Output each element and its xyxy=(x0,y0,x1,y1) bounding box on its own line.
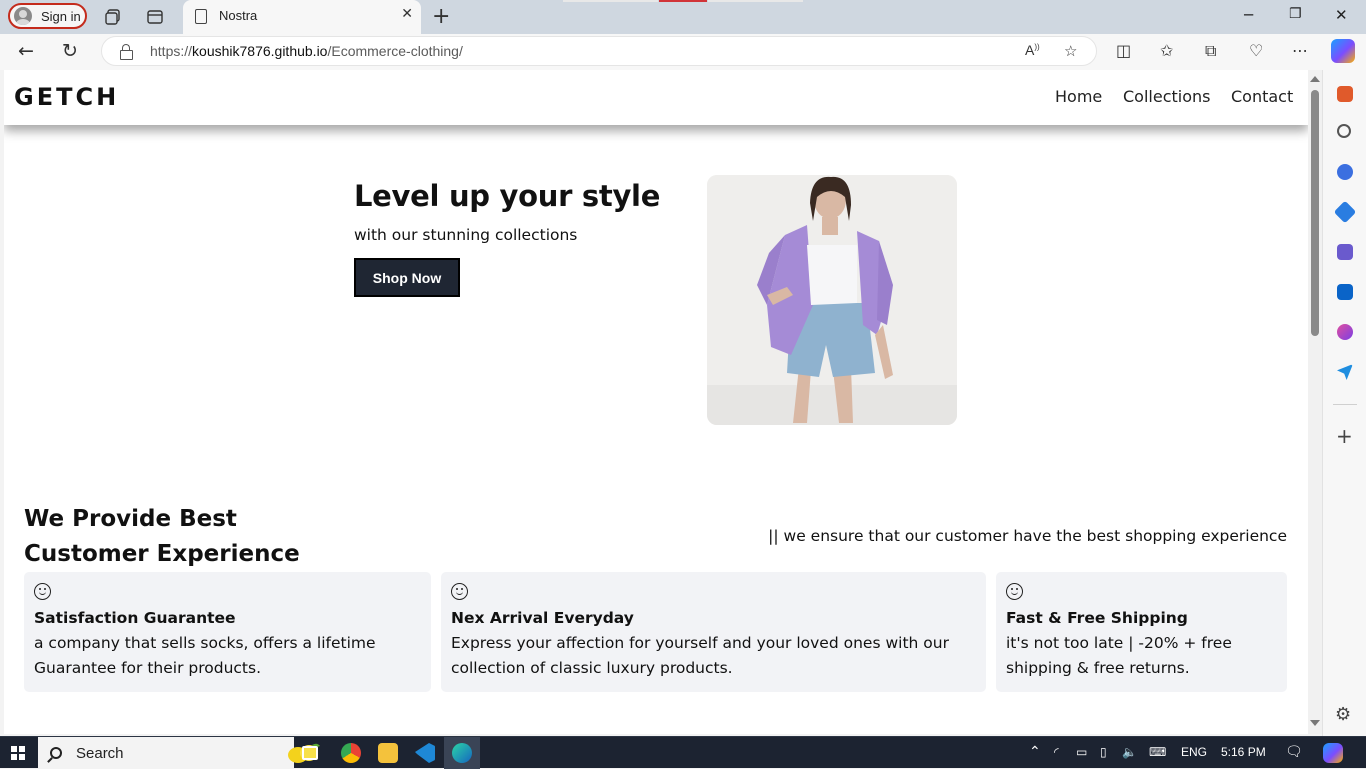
smile-icon xyxy=(451,583,468,600)
copilot-sidebar-icon[interactable] xyxy=(1337,164,1353,180)
edge-icon[interactable] xyxy=(452,743,472,763)
designer-icon[interactable] xyxy=(1337,324,1353,340)
show-hidden-icons-icon[interactable]: ⌃ xyxy=(1029,743,1041,760)
edge-sidebar: + ⚙ xyxy=(1322,70,1366,736)
tab-preview-bar xyxy=(708,0,803,2)
scrollbar-thumb[interactable] xyxy=(1311,90,1319,336)
scroll-up-icon[interactable] xyxy=(1310,76,1320,82)
feature-card-text: it's not too late | -20% + free shipping… xyxy=(1006,634,1232,677)
shop-now-button[interactable]: Shop Now xyxy=(354,258,460,297)
browser-essentials-icon[interactable]: ♡ xyxy=(1249,41,1263,60)
add-icon[interactable]: + xyxy=(1336,424,1353,448)
smile-icon xyxy=(34,583,51,600)
sign-in-label: Sign in xyxy=(41,8,81,24)
back-arrow-icon[interactable]: ← xyxy=(18,40,34,62)
feature-card-text: a company that sells socks, offers a lif… xyxy=(34,634,376,677)
search-icon xyxy=(50,747,62,759)
close-window-icon[interactable]: ✕ xyxy=(1335,6,1348,24)
settings-gear-icon[interactable]: ⚙ xyxy=(1335,704,1351,725)
sidebar-divider xyxy=(1333,404,1357,405)
volume-icon[interactable]: 🔈 xyxy=(1122,745,1137,759)
url-prefix: https:// xyxy=(150,43,193,59)
clock-time[interactable]: 5:16 PM xyxy=(1221,745,1266,759)
url-path: /Ecommerce-clothing/ xyxy=(327,43,463,59)
feature-card: Satisfaction Guarantee a company that se… xyxy=(24,572,431,692)
feature-card-text: Express your affection for yourself and … xyxy=(451,634,949,677)
url-text[interactable]: https://koushik7876.github.io/Ecommerce-… xyxy=(150,43,463,59)
workspaces-icon[interactable] xyxy=(101,5,125,29)
read-aloud-icon[interactable]: A)) xyxy=(1025,42,1040,58)
keyboard-icon[interactable]: ⌨ xyxy=(1149,745,1166,759)
favorites-icon[interactable]: ✩ xyxy=(1160,41,1173,60)
close-tab-icon[interactable]: ✕ xyxy=(401,6,413,22)
task-view-icon[interactable] xyxy=(302,746,318,760)
restore-icon[interactable]: ❐ xyxy=(1289,6,1302,22)
vscode-icon[interactable] xyxy=(415,743,435,763)
hero-subtitle: with our stunning collections xyxy=(354,226,578,244)
network-icon[interactable]: ◜ xyxy=(1054,745,1059,759)
browser-tab-active[interactable]: Nostra ✕ xyxy=(183,0,421,34)
tab-title: Nostra xyxy=(219,8,258,23)
notifications-icon[interactable]: 🗨 xyxy=(1285,743,1303,760)
chrome-icon[interactable] xyxy=(341,743,361,763)
feature-card-title: Fast & Free Shipping xyxy=(1006,609,1188,627)
features-title: We Provide Best Customer Experience xyxy=(24,506,300,567)
new-tab-icon[interactable]: + xyxy=(432,4,450,29)
taskbar-search-label: Search xyxy=(76,744,124,762)
refresh-icon[interactable]: ↻ xyxy=(62,40,78,62)
hero-title: Level up your style xyxy=(354,179,661,213)
outlook-icon[interactable] xyxy=(1337,284,1353,300)
page-scrollbar[interactable] xyxy=(1308,70,1322,734)
site-logo[interactable]: GETCH xyxy=(14,83,119,111)
tab-actions-icon[interactable] xyxy=(143,5,167,29)
tab-preview-bar-active xyxy=(659,0,707,2)
phone-link-icon[interactable]: ▯ xyxy=(1100,745,1107,759)
page-viewport: GETCH Home Collections Contact Level up … xyxy=(4,70,1308,734)
page-icon xyxy=(195,9,207,24)
windows-start-icon[interactable] xyxy=(11,746,25,760)
browser-tab-strip: Sign in Nostra ✕ + ─ ❐ ✕ xyxy=(0,0,1366,34)
feature-card-title: Nex Arrival Everyday xyxy=(451,609,634,627)
features-note: || we ensure that our customer have the … xyxy=(768,527,1287,545)
feature-card: Fast & Free Shipping it's not too late |… xyxy=(996,572,1287,692)
hero-model-image xyxy=(707,175,957,425)
collections-icon[interactable]: ⧉ xyxy=(1205,41,1216,61)
copilot-icon[interactable] xyxy=(1331,39,1355,63)
tab-preview-bar xyxy=(563,0,658,2)
feature-card: Nex Arrival Everyday Express your affect… xyxy=(441,572,986,692)
nav-link-contact[interactable]: Contact xyxy=(1231,87,1293,106)
minimize-icon[interactable]: ─ xyxy=(1244,6,1253,24)
language-indicator[interactable]: ENG xyxy=(1181,745,1207,759)
browser-toolbar: ← ↻ https://koushik7876.github.io/Ecomme… xyxy=(0,34,1366,70)
scroll-down-icon[interactable] xyxy=(1310,720,1320,726)
nav-link-home[interactable]: Home xyxy=(1055,87,1102,106)
site-header: GETCH Home Collections Contact xyxy=(4,70,1308,125)
send-icon[interactable] xyxy=(1337,364,1353,380)
feature-card-title: Satisfaction Guarantee xyxy=(34,609,236,627)
windows-taskbar: Search ⌃ ◜ ▭ ▯ 🔈 ⌨ ENG 5:16 PM 🗨 xyxy=(0,736,1366,769)
more-options-icon[interactable]: ⋯ xyxy=(1292,41,1308,60)
shopping-tag-icon[interactable] xyxy=(1333,200,1357,224)
file-explorer-icon[interactable] xyxy=(378,743,398,763)
games-icon[interactable] xyxy=(1337,244,1353,260)
tools-icon[interactable] xyxy=(1337,86,1353,102)
taskbar-search-box[interactable]: Search xyxy=(38,737,320,769)
smile-icon xyxy=(1006,583,1023,600)
sign-in-button[interactable]: Sign in xyxy=(8,3,87,29)
nav-link-collections[interactable]: Collections xyxy=(1123,87,1210,106)
battery-icon[interactable]: ▭ xyxy=(1076,745,1087,759)
profile-avatar-icon xyxy=(14,7,32,25)
split-screen-icon[interactable]: ◫ xyxy=(1116,41,1131,60)
search-icon[interactable] xyxy=(1337,124,1351,138)
url-host: koushik7876.github.io xyxy=(192,43,328,59)
copilot-taskbar-icon[interactable] xyxy=(1323,743,1343,763)
address-bar[interactable]: https://koushik7876.github.io/Ecommerce-… xyxy=(101,36,1097,66)
favorite-star-icon[interactable]: ☆ xyxy=(1064,42,1077,60)
lock-icon[interactable] xyxy=(120,44,133,60)
